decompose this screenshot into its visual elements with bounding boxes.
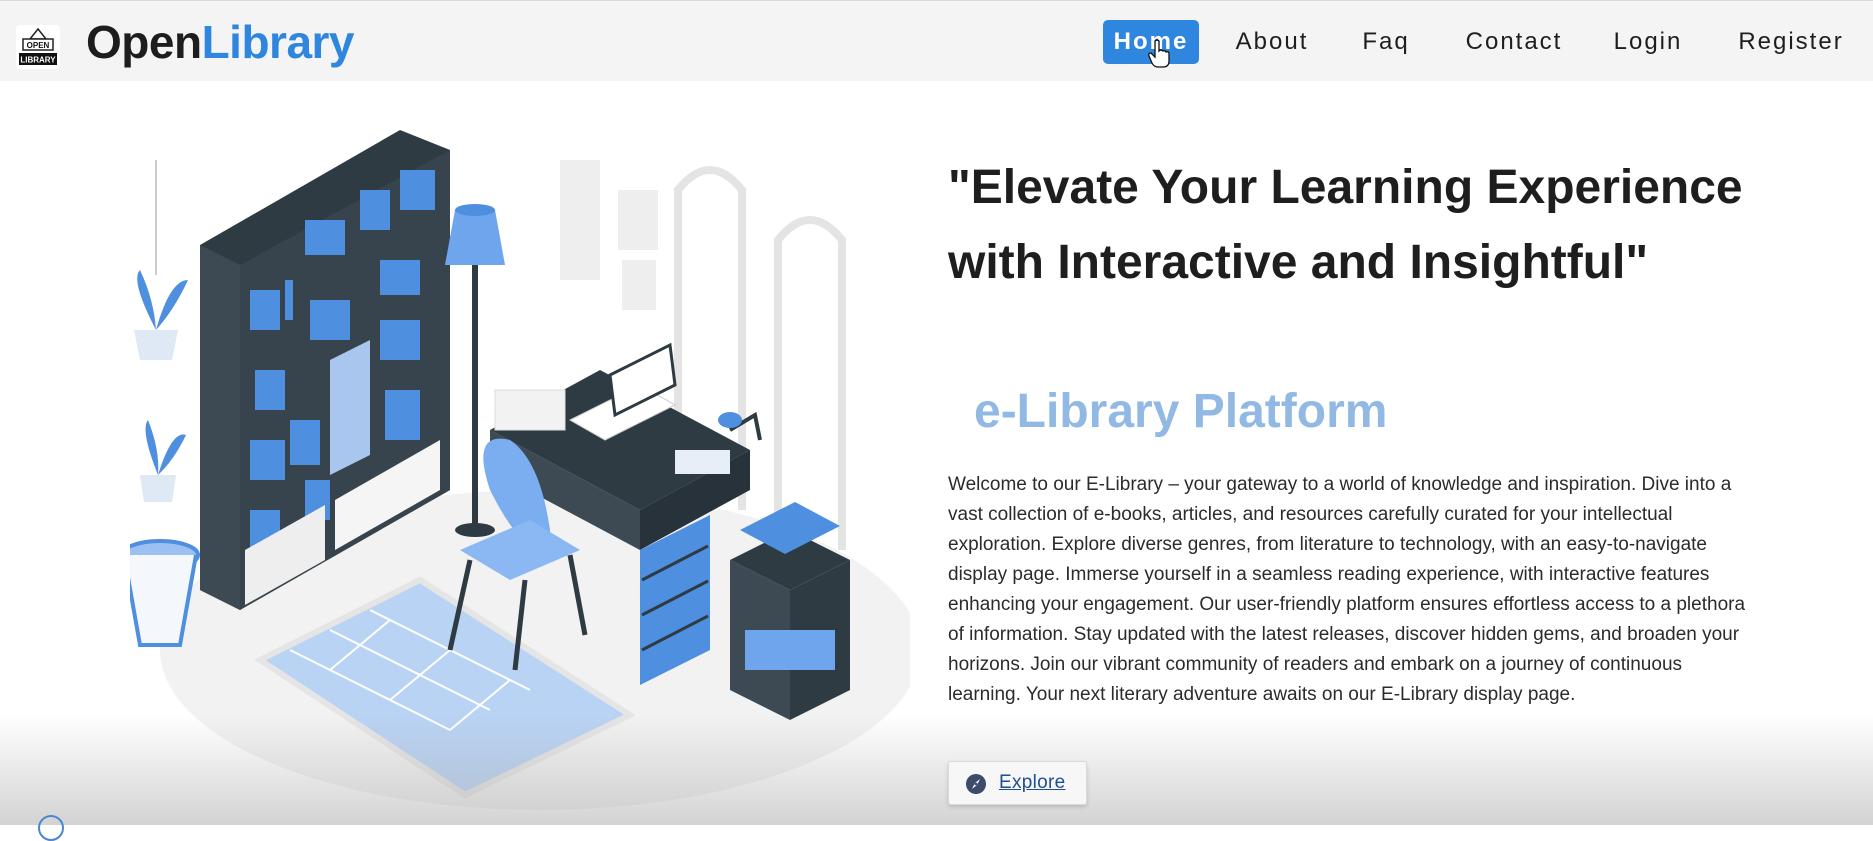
nav-faq[interactable]: Faq [1356, 20, 1416, 64]
nav-login[interactable]: Login [1608, 20, 1688, 64]
explore-button[interactable]: Explore [948, 761, 1087, 805]
scroll-indicator-icon[interactable] [38, 815, 64, 841]
hanging-plant-icon [134, 160, 188, 502]
top-navbar: OPEN LIBRARY OpenLibrary Home About Faq … [0, 0, 1873, 81]
nav-register[interactable]: Register [1726, 20, 1856, 64]
hero-title: "Elevate Your Learning Experience with I… [948, 161, 1743, 289]
library-room-illustration [130, 130, 910, 810]
explore-button-label: Explore [999, 772, 1066, 793]
nav-contact[interactable]: Contact [1458, 20, 1570, 64]
hero-subtitle: e-Library Platform [974, 385, 1388, 438]
nav-about[interactable]: About [1228, 20, 1316, 64]
hand-cursor-icon [1148, 39, 1170, 68]
hero-description: Welcome to our E-Library – your gateway … [948, 474, 1746, 705]
compass-icon [966, 774, 986, 794]
main-nav: Home About Faq Contact Login Register [0, 20, 1873, 66]
